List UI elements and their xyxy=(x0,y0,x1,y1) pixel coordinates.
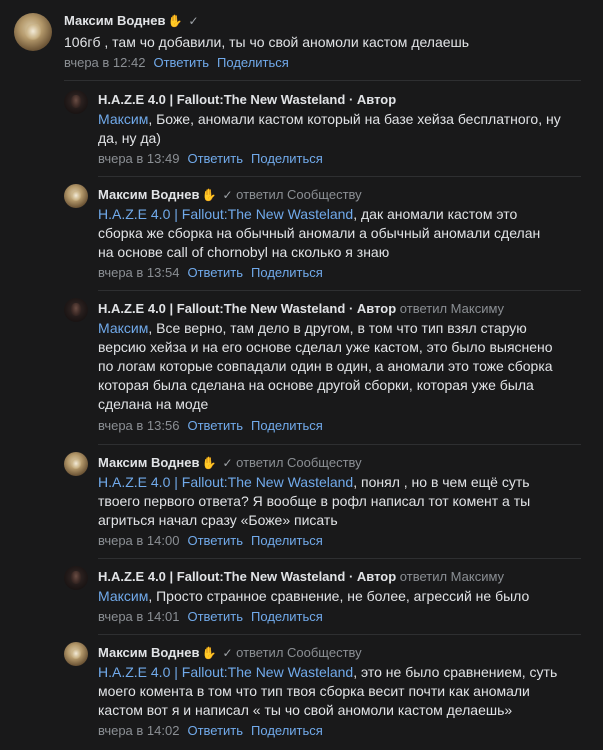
share-button[interactable]: Поделиться xyxy=(217,55,289,70)
reply-button[interactable]: Ответить xyxy=(153,55,209,70)
comment-header: Максим Воднев ✋ ✓ ответил Сообществу xyxy=(98,645,362,661)
avatar[interactable] xyxy=(64,90,88,114)
author-name[interactable]: Максим Воднев xyxy=(98,455,200,470)
comment-header: H.A.Z.E 4.0 | Fallout:The New Wasteland … xyxy=(98,569,504,585)
comment-text: H.A.Z.E 4.0 | Fallout:The New Wasteland,… xyxy=(98,206,541,260)
replied-to[interactable]: ответил Максиму xyxy=(400,569,504,584)
divider xyxy=(98,558,581,559)
comment-header: H.A.Z.E 4.0 | Fallout:The New Wasteland … xyxy=(98,301,504,317)
replied-to[interactable]: ответил Сообществу xyxy=(236,187,362,202)
mention-link[interactable]: H.A.Z.E 4.0 | Fallout:The New Wasteland xyxy=(98,474,353,490)
comment-time[interactable]: вчера в 14:00 xyxy=(98,533,179,548)
share-button[interactable]: Поделиться xyxy=(251,533,323,548)
checkmark-icon: ✓ xyxy=(222,646,233,660)
share-button[interactable]: Поделиться xyxy=(251,723,323,738)
comment-header: H.A.Z.E 4.0 | Fallout:The New Wasteland … xyxy=(98,92,396,108)
comment-meta: вчера в 14:00 Ответить Поделиться xyxy=(98,533,323,549)
reply-button[interactable]: Ответить xyxy=(187,609,243,624)
comment-meta: вчера в 12:42 Ответить Поделиться xyxy=(64,55,289,71)
replied-to[interactable]: ответил Сообществу xyxy=(236,455,362,470)
reply-button[interactable]: Ответить xyxy=(187,265,243,280)
comment-header: Максим Воднев ✋ ✓ xyxy=(64,13,199,29)
reply-button[interactable]: Ответить xyxy=(187,418,243,433)
checkmark-icon: ✓ xyxy=(188,14,199,28)
comment-meta: вчера в 14:02 Ответить Поделиться xyxy=(98,723,323,739)
reply-button[interactable]: Ответить xyxy=(187,151,243,166)
comment-time[interactable]: вчера в 14:02 xyxy=(98,723,179,738)
avatar[interactable] xyxy=(64,566,88,590)
waving-hand-icon: ✋ xyxy=(167,14,183,28)
avatar[interactable] xyxy=(64,452,88,476)
avatar[interactable] xyxy=(64,184,88,208)
comment-text: Максим, Боже, аномали кастом который на … xyxy=(98,111,561,146)
avatar[interactable] xyxy=(64,298,88,322)
comment-time[interactable]: вчера в 13:49 xyxy=(98,151,179,166)
mention-link[interactable]: H.A.Z.E 4.0 | Fallout:The New Wasteland xyxy=(98,206,353,222)
comment-header: Максим Воднев ✋ ✓ ответил Сообществу xyxy=(98,455,362,471)
author-name[interactable]: H.A.Z.E 4.0 | Fallout:The New Wasteland xyxy=(98,92,345,107)
mention-link[interactable]: Максим xyxy=(98,320,148,336)
comment-time[interactable]: вчера в 13:56 xyxy=(98,418,179,433)
author-name[interactable]: Максим Воднев xyxy=(64,13,166,28)
comment-meta: вчера в 13:56 Ответить Поделиться xyxy=(98,418,323,434)
divider xyxy=(64,80,581,81)
author-name[interactable]: H.A.Z.E 4.0 | Fallout:The New Wasteland xyxy=(98,301,345,316)
comment-header: Максим Воднев ✋ ✓ ответил Сообществу xyxy=(98,187,362,203)
comment-meta: вчера в 13:49 Ответить Поделиться xyxy=(98,151,323,167)
comment-time[interactable]: вчера в 14:01 xyxy=(98,609,179,624)
comment-text: H.A.Z.E 4.0 | Fallout:The New Wasteland,… xyxy=(98,664,558,718)
divider xyxy=(98,444,581,445)
divider xyxy=(98,290,581,291)
share-button[interactable]: Поделиться xyxy=(251,418,323,433)
checkmark-icon: ✓ xyxy=(222,456,233,470)
checkmark-icon: ✓ xyxy=(222,188,233,202)
author-name[interactable]: Максим Воднев xyxy=(98,645,200,660)
comment-time[interactable]: вчера в 13:54 xyxy=(98,265,179,280)
comment-text: H.A.Z.E 4.0 | Fallout:The New Wasteland,… xyxy=(98,474,531,528)
share-button[interactable]: Поделиться xyxy=(251,151,323,166)
avatar[interactable] xyxy=(14,13,52,51)
divider xyxy=(98,634,581,635)
waving-hand-icon: ✋ xyxy=(201,646,217,660)
comment-time[interactable]: вчера в 12:42 xyxy=(64,55,145,70)
mention-link[interactable]: H.A.Z.E 4.0 | Fallout:The New Wasteland xyxy=(98,664,353,680)
reply-button[interactable]: Ответить xyxy=(187,723,243,738)
comment-text: 106гб , там чо добавили, ты чо свой аном… xyxy=(64,34,470,50)
waving-hand-icon: ✋ xyxy=(201,188,217,202)
comment-meta: вчера в 14:01 Ответить Поделиться xyxy=(98,609,323,625)
replied-to[interactable]: ответил Сообществу xyxy=(236,645,362,660)
author-role: · Автор xyxy=(348,92,397,107)
replied-to[interactable]: ответил Максиму xyxy=(400,301,504,316)
share-button[interactable]: Поделиться xyxy=(251,265,323,280)
divider xyxy=(98,176,581,177)
author-name[interactable]: Максим Воднев xyxy=(98,187,200,202)
avatar[interactable] xyxy=(64,642,88,666)
mention-link[interactable]: Максим xyxy=(98,588,148,604)
reply-button[interactable]: Ответить xyxy=(187,533,243,548)
waving-hand-icon: ✋ xyxy=(201,456,217,470)
author-role: · Автор xyxy=(348,569,397,584)
share-button[interactable]: Поделиться xyxy=(251,609,323,624)
author-name[interactable]: H.A.Z.E 4.0 | Fallout:The New Wasteland xyxy=(98,569,345,584)
comment-text: Максим, Просто странное сравнение, не бо… xyxy=(98,588,530,604)
comment-text: Максим, Все верно, там дело в другом, в … xyxy=(98,320,553,412)
author-role: · Автор xyxy=(348,301,397,316)
mention-link[interactable]: Максим xyxy=(98,111,148,127)
comment-meta: вчера в 13:54 Ответить Поделиться xyxy=(98,265,323,281)
